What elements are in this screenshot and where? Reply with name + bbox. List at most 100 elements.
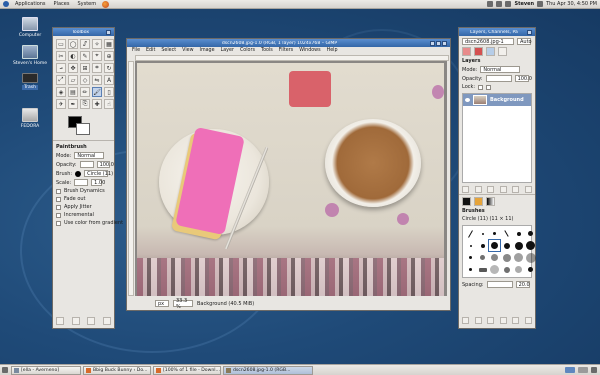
opacity-value[interactable]: 100.0: [96, 161, 114, 168]
edit-brush-icon[interactable]: [462, 317, 469, 324]
menu-applications[interactable]: Applications: [11, 1, 50, 7]
brush-item[interactable]: [501, 240, 512, 251]
brush-item[interactable]: [465, 228, 476, 239]
menu-places[interactable]: Places: [50, 1, 74, 7]
duplicate-brush-icon[interactable]: [487, 317, 495, 324]
spacing-value[interactable]: 20.0: [515, 281, 530, 288]
new-layer-icon[interactable]: [462, 186, 469, 193]
eye-icon[interactable]: [465, 98, 470, 102]
fade-out-checkbox[interactable]: [56, 196, 61, 202]
opacity-slider[interactable]: [79, 161, 94, 168]
user-name[interactable]: Steven: [514, 1, 534, 7]
color-picker-tool-icon[interactable]: ⌖: [92, 51, 102, 61]
ink-tool-icon[interactable]: ✒: [68, 99, 78, 109]
scale-value[interactable]: 1.00: [91, 179, 105, 186]
brush-item[interactable]: [501, 264, 512, 275]
save-options-icon[interactable]: [56, 317, 64, 325]
menu-image[interactable]: Image: [197, 48, 218, 53]
paintbrush-tool-icon[interactable]: 🖌: [92, 87, 102, 97]
taskbar-item[interactable]: [ella - Averneno]: [11, 365, 81, 375]
text-tool-icon[interactable]: A: [104, 75, 114, 85]
scissors-tool-icon[interactable]: ✂: [56, 51, 66, 61]
spacing-slider[interactable]: [486, 281, 513, 288]
brush-item[interactable]: [477, 264, 488, 275]
raise-layer-icon[interactable]: [474, 186, 482, 193]
channels-tab-icon[interactable]: [474, 47, 483, 56]
apply-jitter-checkbox[interactable]: [56, 204, 61, 210]
fuzzy-select-tool-icon[interactable]: ✧: [92, 39, 102, 49]
brush-dynamics-checkbox[interactable]: [56, 188, 61, 194]
clock[interactable]: Thu Apr 30, 4:50 PM: [546, 1, 597, 7]
rect-select-tool-icon[interactable]: ▭: [56, 39, 66, 49]
measure-tool-icon[interactable]: ⦟: [56, 63, 66, 73]
brush-preview-icon[interactable]: [75, 170, 82, 177]
close-icon[interactable]: [442, 40, 447, 46]
brush-item[interactable]: [489, 228, 500, 239]
brush-item[interactable]: [525, 228, 536, 239]
layer-opacity-value[interactable]: 100.0: [514, 75, 532, 82]
layer-row[interactable]: Background: [463, 94, 531, 106]
lock-alpha-checkbox[interactable]: [486, 84, 492, 90]
anchor-layer-icon[interactable]: [512, 186, 520, 193]
brush-item[interactable]: [477, 228, 488, 239]
delete-layer-icon[interactable]: [524, 186, 532, 193]
desktop-icon-trash[interactable]: Trash: [12, 73, 48, 90]
pencil-tool-icon[interactable]: ✏: [80, 87, 90, 97]
close-icon[interactable]: [106, 29, 111, 35]
vertical-ruler[interactable]: [128, 61, 134, 296]
unit-select[interactable]: px: [155, 300, 169, 307]
brush-item[interactable]: [489, 264, 500, 275]
layers-dock-titlebar[interactable]: Layers, Channels, Pa: [459, 28, 535, 36]
menu-colors[interactable]: Colors: [237, 48, 258, 53]
undo-tab-icon[interactable]: [498, 47, 507, 56]
menu-system[interactable]: System: [73, 1, 100, 7]
mode-select[interactable]: Normal: [74, 152, 105, 159]
trash-applet-icon[interactable]: [591, 367, 597, 373]
layer-name[interactable]: Background: [490, 97, 524, 103]
zoom-select[interactable]: 33.3 %: [173, 298, 193, 310]
perspective-tool-icon[interactable]: ◇: [80, 75, 90, 85]
incremental-checkbox[interactable]: [56, 212, 61, 218]
menu-tools[interactable]: Tools: [258, 48, 276, 53]
bucket-fill-tool-icon[interactable]: ◈: [56, 87, 66, 97]
auto-button[interactable]: Auto: [517, 38, 532, 45]
desktop-icon-home[interactable]: Steven's Home: [12, 45, 48, 66]
menu-filters[interactable]: Filters: [276, 48, 296, 53]
brush-item[interactable]: [465, 264, 476, 275]
menu-file[interactable]: File: [129, 48, 143, 53]
brush-item[interactable]: [513, 240, 524, 251]
image-select[interactable]: dscn2608.jpg-1: [462, 38, 514, 45]
network-icon[interactable]: [487, 1, 494, 7]
reset-options-icon[interactable]: [102, 317, 111, 325]
brush-item[interactable]: [525, 240, 536, 251]
brush-item[interactable]: [465, 240, 476, 251]
align-tool-icon[interactable]: ⊞: [80, 63, 90, 73]
taskbar-item[interactable]: [100% of 1 file - Downl...: [153, 365, 221, 375]
delete-options-icon[interactable]: [87, 317, 96, 325]
brush-item[interactable]: [525, 252, 536, 263]
brushes-tab-icon[interactable]: [462, 197, 471, 206]
image-canvas[interactable]: [137, 63, 444, 296]
background-color-swatch[interactable]: [76, 123, 90, 135]
lower-layer-icon[interactable]: [487, 186, 495, 193]
blend-tool-icon[interactable]: ▤: [68, 87, 78, 97]
brush-item[interactable]: [525, 264, 536, 275]
move-tool-icon[interactable]: ✥: [68, 63, 78, 73]
crop-tool-icon[interactable]: ⌗: [92, 63, 102, 73]
paths-tool-icon[interactable]: ✎: [80, 51, 90, 61]
close-icon[interactable]: [527, 29, 532, 35]
restore-options-icon[interactable]: [71, 317, 80, 325]
new-brush-icon[interactable]: [474, 317, 482, 324]
duplicate-layer-icon[interactable]: [499, 186, 507, 193]
workspace-1-icon[interactable]: [565, 367, 575, 373]
toolbox-titlebar[interactable]: Toolbox: [53, 28, 114, 36]
delete-brush-icon[interactable]: [499, 317, 507, 324]
gradient-color-checkbox[interactable]: [56, 220, 61, 226]
menu-help[interactable]: Help: [324, 48, 341, 53]
patterns-tab-icon[interactable]: [474, 197, 483, 206]
foreground-select-tool-icon[interactable]: ◐: [68, 51, 78, 61]
menu-edit[interactable]: Edit: [143, 48, 158, 53]
menu-view[interactable]: View: [179, 48, 196, 53]
ellipse-select-tool-icon[interactable]: ◯: [68, 39, 78, 49]
image-window-titlebar[interactable]: dscn2608.jpg-1.0 (RGB, 1 layer) 1024x768…: [127, 39, 450, 47]
